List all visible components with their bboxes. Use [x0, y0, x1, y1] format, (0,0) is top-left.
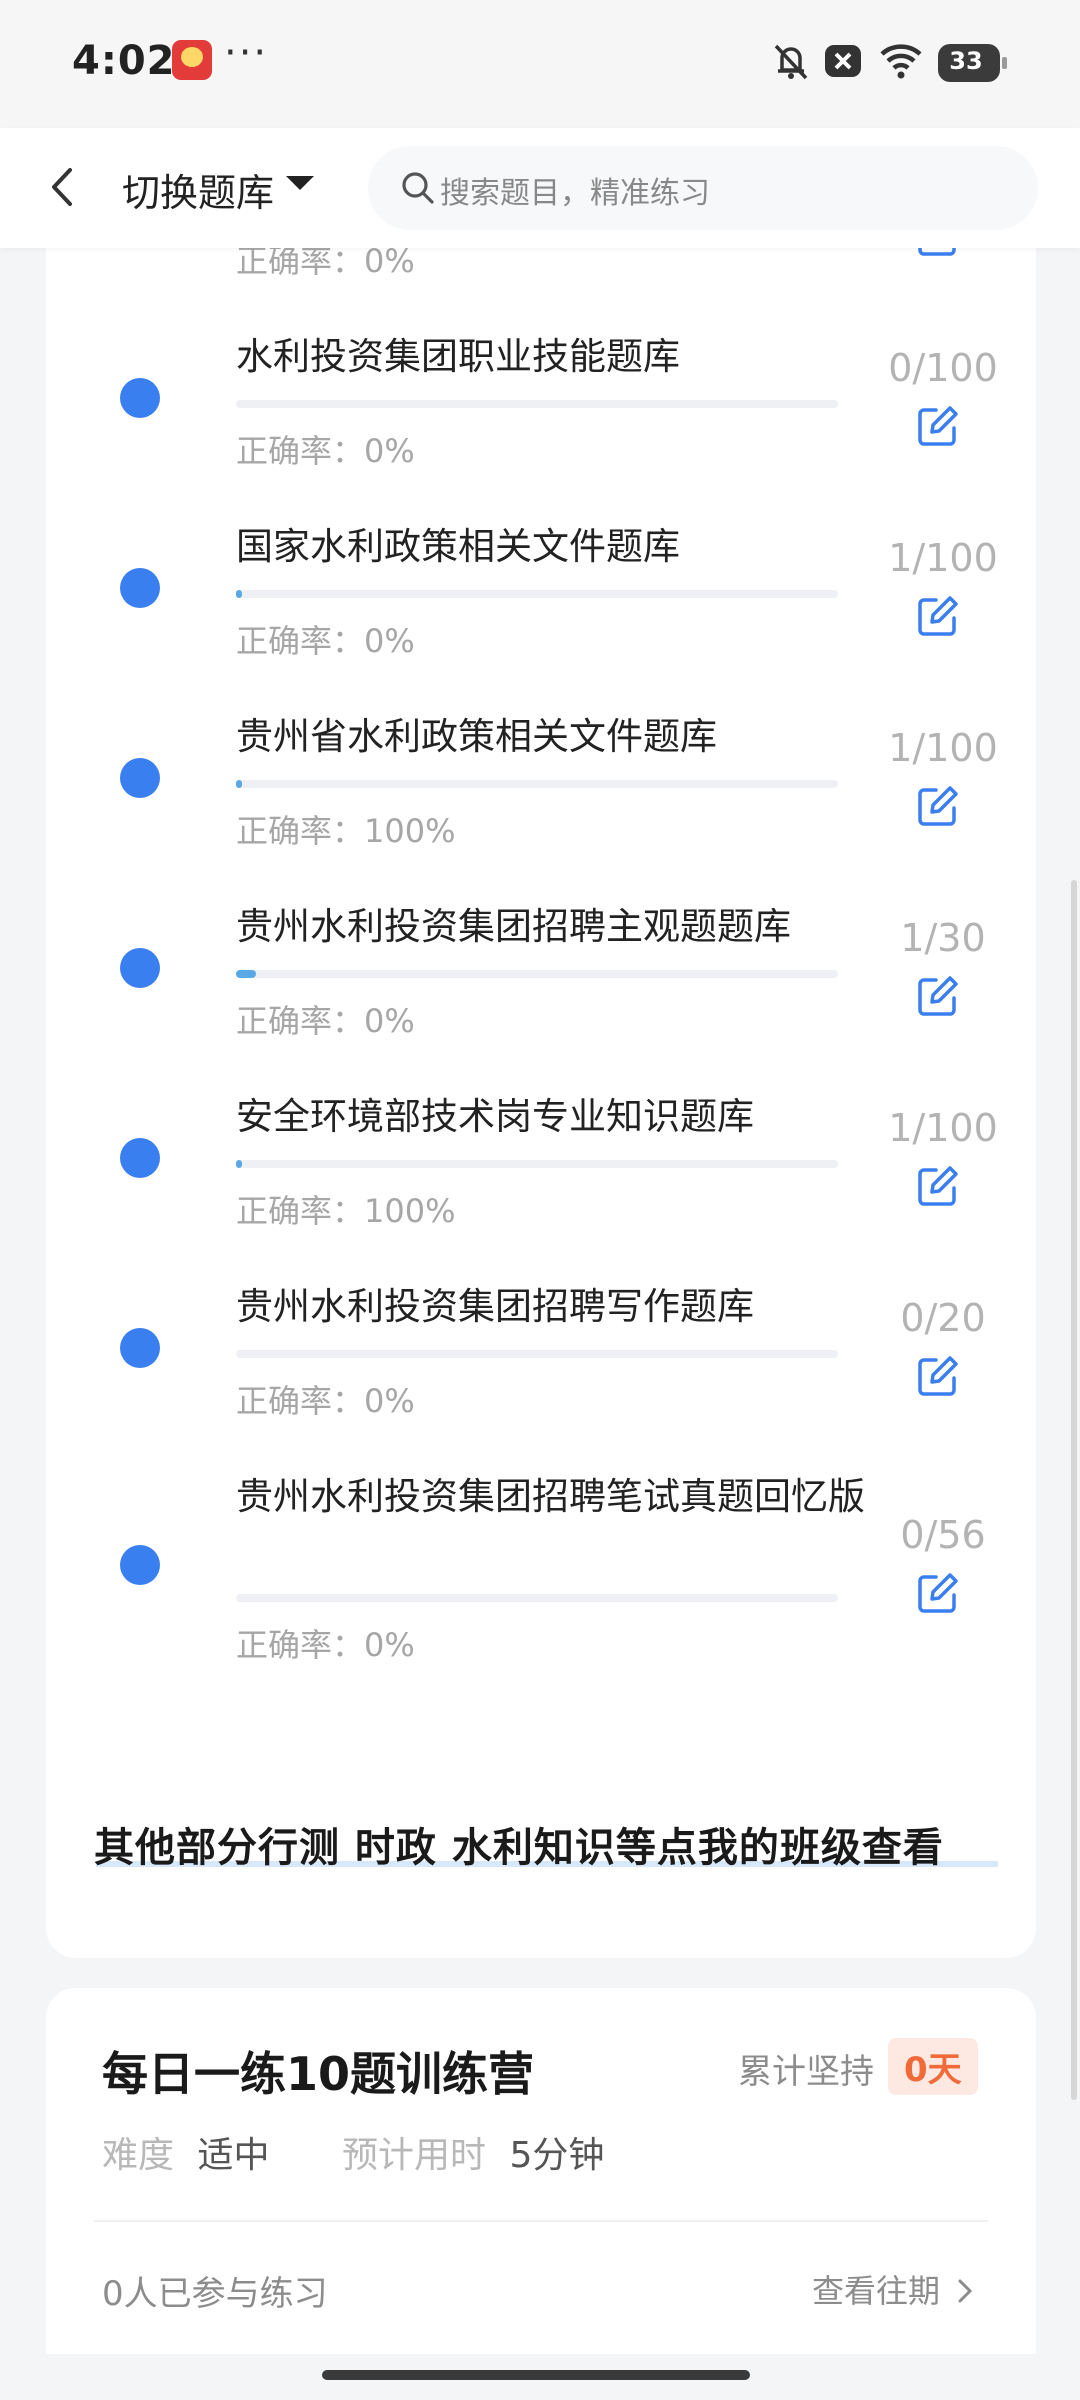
back-arrow-icon[interactable] [44, 162, 84, 212]
scrollbar[interactable] [1071, 880, 1077, 2100]
difficulty-value: 适中 [197, 2135, 270, 2176]
accuracy-value: 0% [364, 432, 415, 470]
progress-bar [236, 1350, 838, 1358]
edit-practice-icon[interactable] [914, 972, 962, 1020]
wifi-icon [880, 44, 922, 79]
accuracy-value: 0% [364, 1382, 415, 1420]
bullet-dot-icon [120, 1138, 160, 1178]
more-notifications-icon: ··· [224, 30, 269, 76]
bullet-dot-icon [120, 948, 160, 988]
difficulty-label: 难度 [102, 2135, 175, 2176]
progress-fill [236, 780, 243, 788]
bullet-dot-icon [120, 1545, 160, 1585]
time-label: 预计用时 [342, 2135, 487, 2176]
view-history-link[interactable]: 查看往期 [812, 2266, 940, 2312]
time-value: 5分钟 [509, 2135, 605, 2176]
progress-count: 0/100 [888, 346, 998, 390]
progress-count: 1/100 [888, 726, 998, 770]
other-sections-link[interactable]: 其他部分行测 时政 水利知识等点我的班级查看 [94, 1815, 944, 1873]
close-box-icon [825, 45, 861, 77]
bank-title[interactable]: 贵州省水利政策相关文件题库 [236, 710, 886, 764]
accuracy-value: 0% [364, 1002, 415, 1040]
time-meta: 预计用时 5分钟 [342, 2126, 604, 2178]
bank-title[interactable]: 贵州水利投资集团招聘笔试真题回忆版 [236, 1470, 886, 1524]
mute-bell-icon [774, 44, 808, 80]
status-bar: 4:02 ··· 33 [0, 0, 1080, 128]
progress-bar [236, 780, 838, 788]
progress-count: 1/100 [888, 536, 998, 580]
home-indicator[interactable] [322, 2370, 750, 2380]
progress-count: 0/20 [900, 1296, 986, 1340]
accuracy-label: 正确率： [236, 622, 365, 660]
edit-practice-icon[interactable] [914, 402, 962, 450]
progress-fill [236, 590, 243, 598]
search-placeholder: 搜索题目，精准练习 [440, 176, 710, 211]
progress-bar [236, 970, 838, 978]
accuracy-value: 100% [364, 812, 456, 850]
question-bank-card: 库正确率：0%0/100水利投资集团职业技能题库正确率：0%0/100国家水利政… [46, 145, 1036, 1958]
participants-count: 0人已参与练习 [102, 2274, 328, 2314]
bullet-dot-icon [120, 758, 160, 798]
accuracy-label: 正确率： [236, 812, 365, 850]
top-nav: 切换题库 搜索题目，精准练习 [0, 128, 1080, 248]
progress-bar [236, 1160, 838, 1168]
chevron-right-icon[interactable] [954, 2276, 976, 2306]
search-icon [402, 172, 434, 204]
edit-practice-icon[interactable] [914, 1162, 962, 1210]
bank-title[interactable]: 贵州水利投资集团招聘主观题题库 [236, 900, 886, 954]
edit-practice-icon[interactable] [914, 782, 962, 830]
bank-title[interactable]: 水利投资集团职业技能题库 [236, 330, 886, 384]
app-badge-icon [172, 40, 212, 80]
bank-title[interactable]: 贵州水利投资集团招聘写作题库 [236, 1280, 886, 1334]
edit-practice-icon[interactable] [914, 1569, 962, 1617]
switch-bank-button[interactable]: 切换题库 [122, 162, 274, 217]
accuracy-value: 0% [364, 1626, 415, 1664]
accuracy-text: 正确率：0% [236, 426, 415, 472]
divider [94, 2220, 988, 2222]
progress-bar [236, 400, 838, 408]
progress-bar [236, 1594, 838, 1602]
camp-title: 每日一练10题训练营 [102, 2047, 535, 2101]
bullet-dot-icon [120, 378, 160, 418]
accuracy-value: 100% [364, 1192, 456, 1230]
accuracy-value: 0% [364, 622, 415, 660]
bullet-dot-icon [120, 568, 160, 608]
caret-down-icon[interactable] [286, 176, 314, 190]
difficulty-meta: 难度 适中 [102, 2126, 269, 2178]
bank-title[interactable]: 国家水利政策相关文件题库 [236, 520, 886, 574]
accuracy-text: 正确率：100% [236, 1186, 456, 1232]
bullet-dot-icon [120, 1328, 160, 1368]
edit-practice-icon[interactable] [914, 1352, 962, 1400]
persist-days-badge: 0天 [888, 2038, 978, 2095]
battery-icon: 33 [938, 44, 1007, 82]
accuracy-label: 正确率： [236, 1626, 365, 1664]
progress-count: 1/100 [888, 1106, 998, 1150]
search-input[interactable]: 搜索题目，精准练习 [368, 146, 1038, 230]
persist-label: 累计坚持 [738, 2052, 874, 2092]
progress-bar [236, 590, 838, 598]
accuracy-text: 正确率：0% [236, 1376, 415, 1422]
accuracy-text: 正确率：0% [236, 616, 415, 662]
progress-count: 1/30 [900, 916, 986, 960]
status-time: 4:02 [72, 38, 176, 84]
accuracy-text: 正确率：0% [236, 1620, 415, 1666]
progress-count: 0/56 [900, 1513, 986, 1557]
bank-title[interactable]: 安全环境部技术岗专业知识题库 [236, 1090, 886, 1144]
accuracy-text: 正确率：0% [236, 996, 415, 1042]
training-camp-card[interactable]: 每日一练10题训练营 累计坚持 0天 难度 适中 预计用时 5分钟 0人已参与练… [46, 1988, 1036, 2400]
accuracy-label: 正确率： [236, 432, 365, 470]
progress-fill [236, 970, 256, 978]
accuracy-label: 正确率： [236, 1192, 365, 1230]
accuracy-text: 正确率：100% [236, 806, 456, 852]
accuracy-label: 正确率： [236, 1382, 365, 1420]
edit-practice-icon[interactable] [914, 592, 962, 640]
progress-fill [236, 1160, 243, 1168]
battery-level: 33 [949, 47, 983, 75]
accuracy-label: 正确率： [236, 1002, 365, 1040]
